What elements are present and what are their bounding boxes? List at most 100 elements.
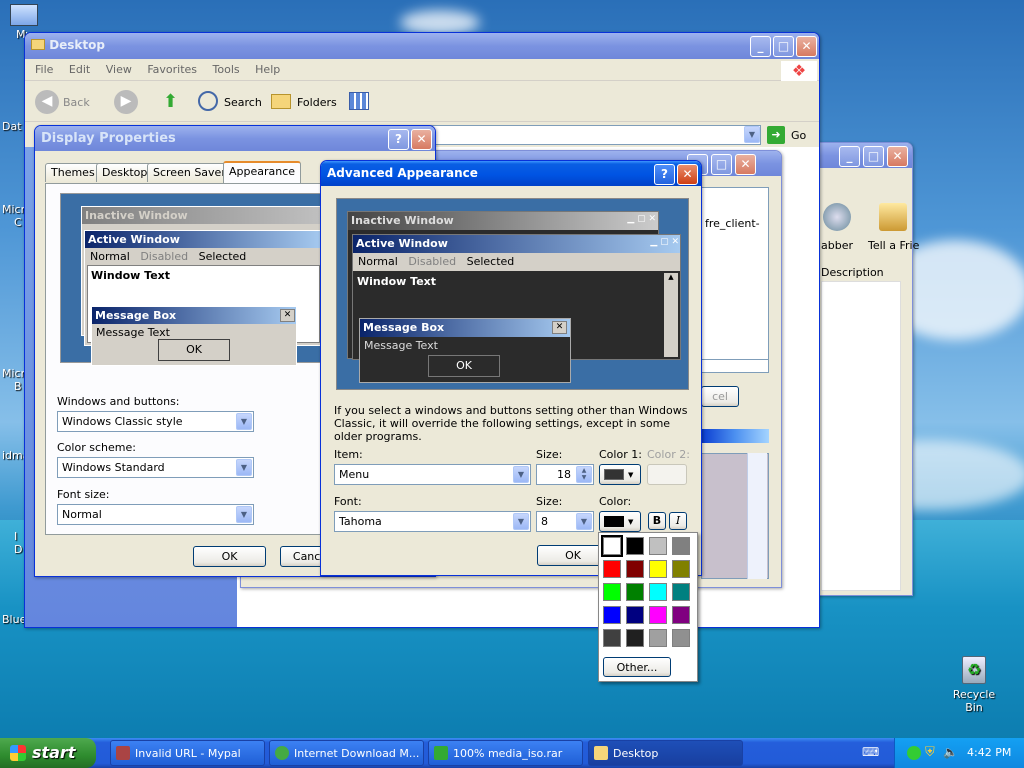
start-button[interactable]: start	[0, 738, 96, 768]
views-icon[interactable]	[349, 92, 369, 110]
font-size-select[interactable]: 8 ▼	[536, 511, 594, 532]
menu-view[interactable]: View	[106, 63, 132, 76]
spinner-arrows-icon[interactable]: ▲ ▼	[576, 466, 592, 483]
search-icon[interactable]	[198, 91, 218, 111]
forward-icon[interactable]: ▶	[114, 90, 138, 114]
tell-friend-label[interactable]: Tell a Frie	[868, 239, 919, 252]
keyboard-icon[interactable]: ⌨	[862, 745, 882, 761]
recycle-bin-icon[interactable]: ♻ Recycle Bin	[944, 656, 1004, 714]
go-label[interactable]: Go	[791, 129, 806, 142]
advanced-appearance-dialog[interactable]: Advanced Appearance ? ✕ Inactive Window …	[320, 160, 702, 576]
advanced-titlebar[interactable]: Advanced Appearance ? ✕	[321, 161, 701, 186]
color-swatch[interactable]	[649, 606, 667, 624]
color-swatch[interactable]	[672, 583, 690, 601]
shield-icon[interactable]: ⛨	[925, 745, 935, 760]
volume-icon[interactable]: 🔈	[943, 745, 958, 759]
explorer-titlebar[interactable]: Desktop _ □ ✕	[25, 33, 819, 59]
maximize-icon[interactable]: □	[711, 154, 732, 175]
ok-button[interactable]: OK	[193, 546, 266, 567]
size-spinner[interactable]: 18 ▲ ▼	[536, 464, 594, 485]
cancel-button[interactable]: cel	[701, 386, 739, 407]
file-list[interactable]	[701, 187, 769, 367]
taskbar-item-idm[interactable]: Internet Download M...	[269, 740, 424, 766]
desktop-icon-8[interactable]: I	[14, 530, 17, 543]
menu-favorites[interactable]: Favorites	[147, 63, 197, 76]
color-swatch[interactable]	[672, 629, 690, 647]
chevron-down-icon[interactable]: ▼	[744, 126, 760, 143]
menu-help[interactable]: Help	[255, 63, 280, 76]
color-swatch[interactable]	[626, 583, 644, 601]
desktop-icon-9[interactable]: D	[14, 543, 22, 556]
close-icon[interactable]: ✕	[411, 129, 432, 150]
color-swatch[interactable]	[626, 606, 644, 624]
search-label[interactable]: Search	[224, 96, 262, 109]
font-select[interactable]: Tahoma ▼	[334, 511, 531, 532]
color-swatch[interactable]	[649, 583, 667, 601]
description-column-header[interactable]: Description	[821, 266, 884, 279]
chevron-down-icon[interactable]: ▼	[513, 466, 529, 483]
chevron-down-icon[interactable]: ▼	[236, 506, 252, 523]
chevron-down-icon[interactable]: ▼	[513, 513, 529, 530]
clock[interactable]: 4:42 PM	[967, 746, 1011, 759]
close-icon[interactable]: ✕	[677, 164, 698, 185]
color-swatch[interactable]	[626, 629, 644, 647]
menu-tools[interactable]: Tools	[213, 63, 240, 76]
maximize-icon[interactable]: □	[773, 36, 794, 57]
taskbar-item-mypal[interactable]: Invalid URL - Mypal	[110, 740, 265, 766]
tab-themes[interactable]: Themes	[45, 163, 101, 182]
menu-edit[interactable]: Edit	[69, 63, 90, 76]
display-properties-titlebar[interactable]: Display Properties ? ✕	[35, 126, 435, 151]
help-icon[interactable]: ?	[654, 164, 675, 185]
color-swatch[interactable]	[603, 629, 621, 647]
address-bar[interactable]	[425, 125, 761, 145]
desktop-icon-10[interactable]: Blue	[2, 613, 26, 626]
color-swatch[interactable]	[672, 537, 690, 555]
folders-icon[interactable]	[271, 94, 291, 109]
color-swatch[interactable]	[626, 537, 644, 555]
tab-appearance[interactable]: Appearance	[223, 161, 302, 183]
chevron-down-icon[interactable]: ▼	[236, 459, 252, 476]
color-swatch[interactable]	[649, 629, 667, 647]
italic-toggle[interactable]: I	[669, 512, 687, 530]
desktop-icon-2[interactable]: Dat	[2, 120, 22, 133]
minimize-icon[interactable]: _	[839, 146, 860, 167]
grabber-label[interactable]: abber	[821, 239, 853, 252]
color-swatch[interactable]	[603, 606, 621, 624]
close-icon[interactable]: ✕	[735, 154, 756, 175]
back-label[interactable]: Back	[63, 96, 90, 109]
bold-toggle[interactable]: B	[648, 512, 666, 530]
color1-picker[interactable]: ▼	[599, 464, 641, 485]
scrollbar[interactable]	[747, 453, 767, 579]
maximize-icon[interactable]: □	[863, 146, 884, 167]
network-icon[interactable]	[907, 746, 921, 760]
color-palette-popup[interactable]: Other...	[598, 532, 698, 682]
back-icon[interactable]: ◀	[35, 90, 59, 114]
address-dropdown[interactable]: ▼	[743, 125, 761, 146]
color-swatch[interactable]	[649, 537, 667, 555]
tab-screen-saver[interactable]: Screen Saver	[147, 163, 232, 182]
item-select[interactable]: Menu ▼	[334, 464, 531, 485]
help-icon[interactable]: ?	[388, 129, 409, 150]
color-swatch[interactable]	[601, 535, 623, 557]
font-size-select[interactable]: Normal ▼	[57, 504, 254, 525]
taskbar-item-rar[interactable]: 100% media_iso.rar	[428, 740, 583, 766]
color-swatch[interactable]	[603, 583, 621, 601]
folders-label[interactable]: Folders	[297, 96, 337, 109]
minimize-icon[interactable]: _	[750, 36, 771, 57]
other-colors-button[interactable]: Other...	[603, 657, 671, 677]
desktop-icon-6[interactable]: B	[14, 380, 22, 393]
desktop-icon-4[interactable]: C	[14, 216, 22, 229]
chevron-down-icon[interactable]: ▼	[236, 413, 252, 430]
color-swatch[interactable]	[672, 606, 690, 624]
up-folder-icon[interactable]: ⬆	[163, 91, 183, 113]
chevron-down-icon[interactable]: ▼	[576, 513, 592, 530]
taskbar-item-desktop[interactable]: Desktop	[588, 740, 743, 766]
color-scheme-select[interactable]: Windows Standard ▼	[57, 457, 254, 478]
go-icon[interactable]: ➜	[767, 126, 785, 144]
color-swatch[interactable]	[626, 560, 644, 578]
description-list[interactable]	[821, 281, 901, 591]
color-swatch[interactable]	[603, 560, 621, 578]
windows-buttons-select[interactable]: Windows Classic style ▼	[57, 411, 254, 432]
font-color-picker[interactable]: ▼	[599, 511, 641, 532]
text-field[interactable]	[701, 359, 769, 373]
